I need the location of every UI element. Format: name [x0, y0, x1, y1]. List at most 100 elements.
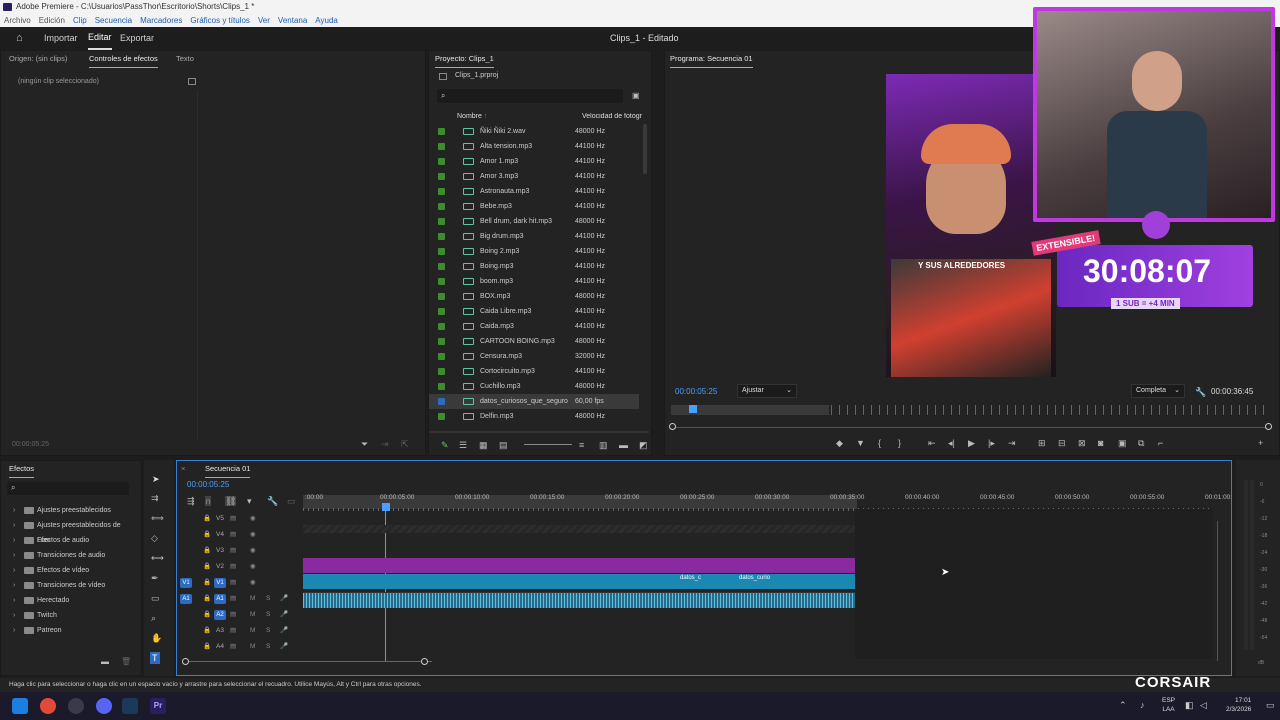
add-button-icon[interactable]: +: [1258, 438, 1263, 448]
track-name[interactable]: V5: [216, 511, 224, 527]
lock-icon[interactable]: 🔒: [203, 543, 211, 559]
timeline-zoom-handle-left[interactable]: [182, 658, 189, 665]
add-marker-icon[interactable]: ▾: [247, 496, 252, 506]
list-view-icon[interactable]: ☰: [459, 440, 467, 450]
track-name[interactable]: V4: [216, 527, 224, 543]
selection-tool-icon[interactable]: ➤: [152, 474, 160, 484]
project-item[interactable]: Caida Libre.mp3 44100 Hz: [429, 304, 639, 319]
tray-mic-icon[interactable]: ♪: [1140, 700, 1145, 710]
effects-folder[interactable]: › Twitch: [1, 608, 131, 623]
volume-icon[interactable]: ◁: [1200, 700, 1207, 711]
marker-icon[interactable]: ◆: [836, 438, 843, 448]
menu-graficos[interactable]: Gráficos y títulos: [190, 14, 250, 27]
zoom-tool-icon[interactable]: ⌕: [151, 613, 156, 623]
sync-lock-icon[interactable]: ▤: [230, 543, 236, 559]
clock[interactable]: 17:01 2/3/2026: [1226, 696, 1251, 714]
track-name[interactable]: A2: [214, 610, 226, 620]
tab-text[interactable]: Texto: [176, 51, 194, 67]
clip-a1-waveform[interactable]: [303, 592, 855, 608]
new-item-icon[interactable]: ◩: [639, 440, 648, 450]
tab-effects[interactable]: Efectos: [9, 461, 35, 478]
timeline-empty-area[interactable]: [855, 509, 1213, 659]
eye-icon[interactable]: ◉: [250, 575, 256, 591]
column-name[interactable]: Nombre ↑: [457, 113, 487, 120]
vr-icon[interactable]: ⧉: [1138, 438, 1144, 448]
track-name[interactable]: A1: [214, 594, 226, 604]
scroll-handle-left[interactable]: [669, 423, 676, 430]
comparison-icon[interactable]: ▣: [1118, 438, 1127, 448]
effects-folder[interactable]: › Efectos de audio: [1, 533, 131, 548]
lift-icon[interactable]: ⊞: [1038, 438, 1046, 448]
tab-project[interactable]: Proyecto: Clips_1: [435, 51, 494, 68]
project-item[interactable]: Cortocircuito.mp3 44100 Hz: [429, 364, 639, 379]
effects-folder[interactable]: › Efectos de vídeo: [1, 563, 131, 578]
menu-ayuda[interactable]: Ayuda: [315, 14, 338, 27]
extract-icon[interactable]: ⊟: [1058, 438, 1066, 448]
captions-icon[interactable]: ▭: [287, 496, 296, 506]
play-only-icon[interactable]: ⇥: [381, 439, 389, 449]
project-item[interactable]: Boing.mp3 44100 Hz: [429, 259, 639, 274]
tab-edit[interactable]: Editar: [88, 27, 112, 50]
solo-button[interactable]: S: [266, 639, 270, 655]
sync-lock-icon[interactable]: ▤: [230, 607, 236, 623]
type-tool-icon[interactable]: T: [150, 652, 160, 664]
project-item[interactable]: Amor 3.mp3 44100 Hz: [429, 169, 639, 184]
solo-button[interactable]: S: [266, 591, 270, 607]
filter-icon[interactable]: ⏷: [361, 439, 368, 449]
eye-icon[interactable]: ◉: [250, 559, 256, 575]
automate-icon[interactable]: ▥: [599, 440, 608, 450]
trim-icon[interactable]: ⌐: [1158, 438, 1163, 448]
sync-lock-icon[interactable]: ▤: [230, 527, 236, 543]
settings-app-icon[interactable]: [68, 698, 84, 714]
lock-icon[interactable]: 🔒: [203, 511, 211, 527]
close-icon[interactable]: ×: [181, 461, 185, 477]
mic-icon[interactable]: 🎤: [280, 639, 288, 655]
play-icon[interactable]: ▶: [968, 438, 975, 448]
mic-icon[interactable]: 🎤: [280, 607, 288, 623]
sync-lock-icon[interactable]: ▤: [230, 591, 236, 607]
rectangle-tool-icon[interactable]: ▭: [151, 593, 160, 603]
mute-button[interactable]: M: [250, 591, 255, 607]
windows-start-icon[interactable]: [12, 698, 28, 714]
settings-wrench-icon[interactable]: 🔧: [267, 496, 278, 506]
insert-icon[interactable]: ⊠: [1078, 438, 1086, 448]
tab-program[interactable]: Programa: Secuencia 01: [670, 51, 753, 68]
nest-icon[interactable]: ⇶: [187, 496, 195, 506]
snap-icon[interactable]: ∩: [205, 496, 212, 506]
effects-search-input[interactable]: ⌕: [7, 482, 129, 495]
effects-folder[interactable]: › Ajustes preestablecidos: [1, 503, 131, 518]
effects-folder[interactable]: › Ajustes preestablecidos de Lum: [1, 518, 131, 544]
linked-selection-icon[interactable]: ⛓: [225, 496, 237, 506]
project-item[interactable]: CARTOON BOING.mp3 48000 Hz: [429, 334, 639, 349]
timeline-zoom-handle-right[interactable]: [421, 658, 428, 665]
zoom-slider[interactable]: [524, 444, 572, 445]
tab-source[interactable]: Origen: (sin clips): [9, 51, 67, 67]
menu-secuencia[interactable]: Secuencia: [95, 14, 132, 27]
project-item[interactable]: datos_curiosos_que_seguro 60,00 fps: [429, 394, 639, 409]
freeform-view-icon[interactable]: ▤: [499, 440, 508, 450]
vertical-zoom-bar[interactable]: [1217, 521, 1223, 661]
playhead-marker[interactable]: [689, 405, 697, 413]
track-name[interactable]: A3: [216, 623, 224, 639]
eye-icon[interactable]: ◉: [250, 527, 256, 543]
lock-icon[interactable]: 🔒: [203, 607, 211, 623]
menu-marcadores[interactable]: Marcadores: [140, 14, 182, 27]
track-name[interactable]: V3: [216, 543, 224, 559]
sync-lock-icon[interactable]: ▤: [230, 559, 236, 575]
project-item[interactable]: Amor 1.mp3 44100 Hz: [429, 154, 639, 169]
track-select-tool-icon[interactable]: ⇉: [151, 493, 159, 503]
icon-view-icon[interactable]: ▦: [479, 440, 488, 450]
timeline-timecode[interactable]: 00:00:05:25: [187, 480, 229, 489]
project-item[interactable]: Bell drum, dark hit.mp3 48000 Hz: [429, 214, 639, 229]
tab-import[interactable]: Importar: [44, 27, 78, 50]
menu-clip[interactable]: Clip: [73, 14, 87, 27]
discord-icon[interactable]: [96, 698, 112, 714]
lock-icon[interactable]: 🔒: [203, 575, 211, 591]
effects-folder[interactable]: › Transiciones de audio: [1, 548, 131, 563]
scroll-handle-right[interactable]: [1265, 423, 1272, 430]
lock-icon[interactable]: 🔒: [203, 559, 211, 575]
project-item[interactable]: Big drum.mp3 44100 Hz: [429, 229, 639, 244]
wrench-icon[interactable]: 🔧: [1195, 387, 1206, 397]
sync-lock-icon[interactable]: ▤: [230, 575, 236, 591]
menu-ventana[interactable]: Ventana: [278, 14, 307, 27]
